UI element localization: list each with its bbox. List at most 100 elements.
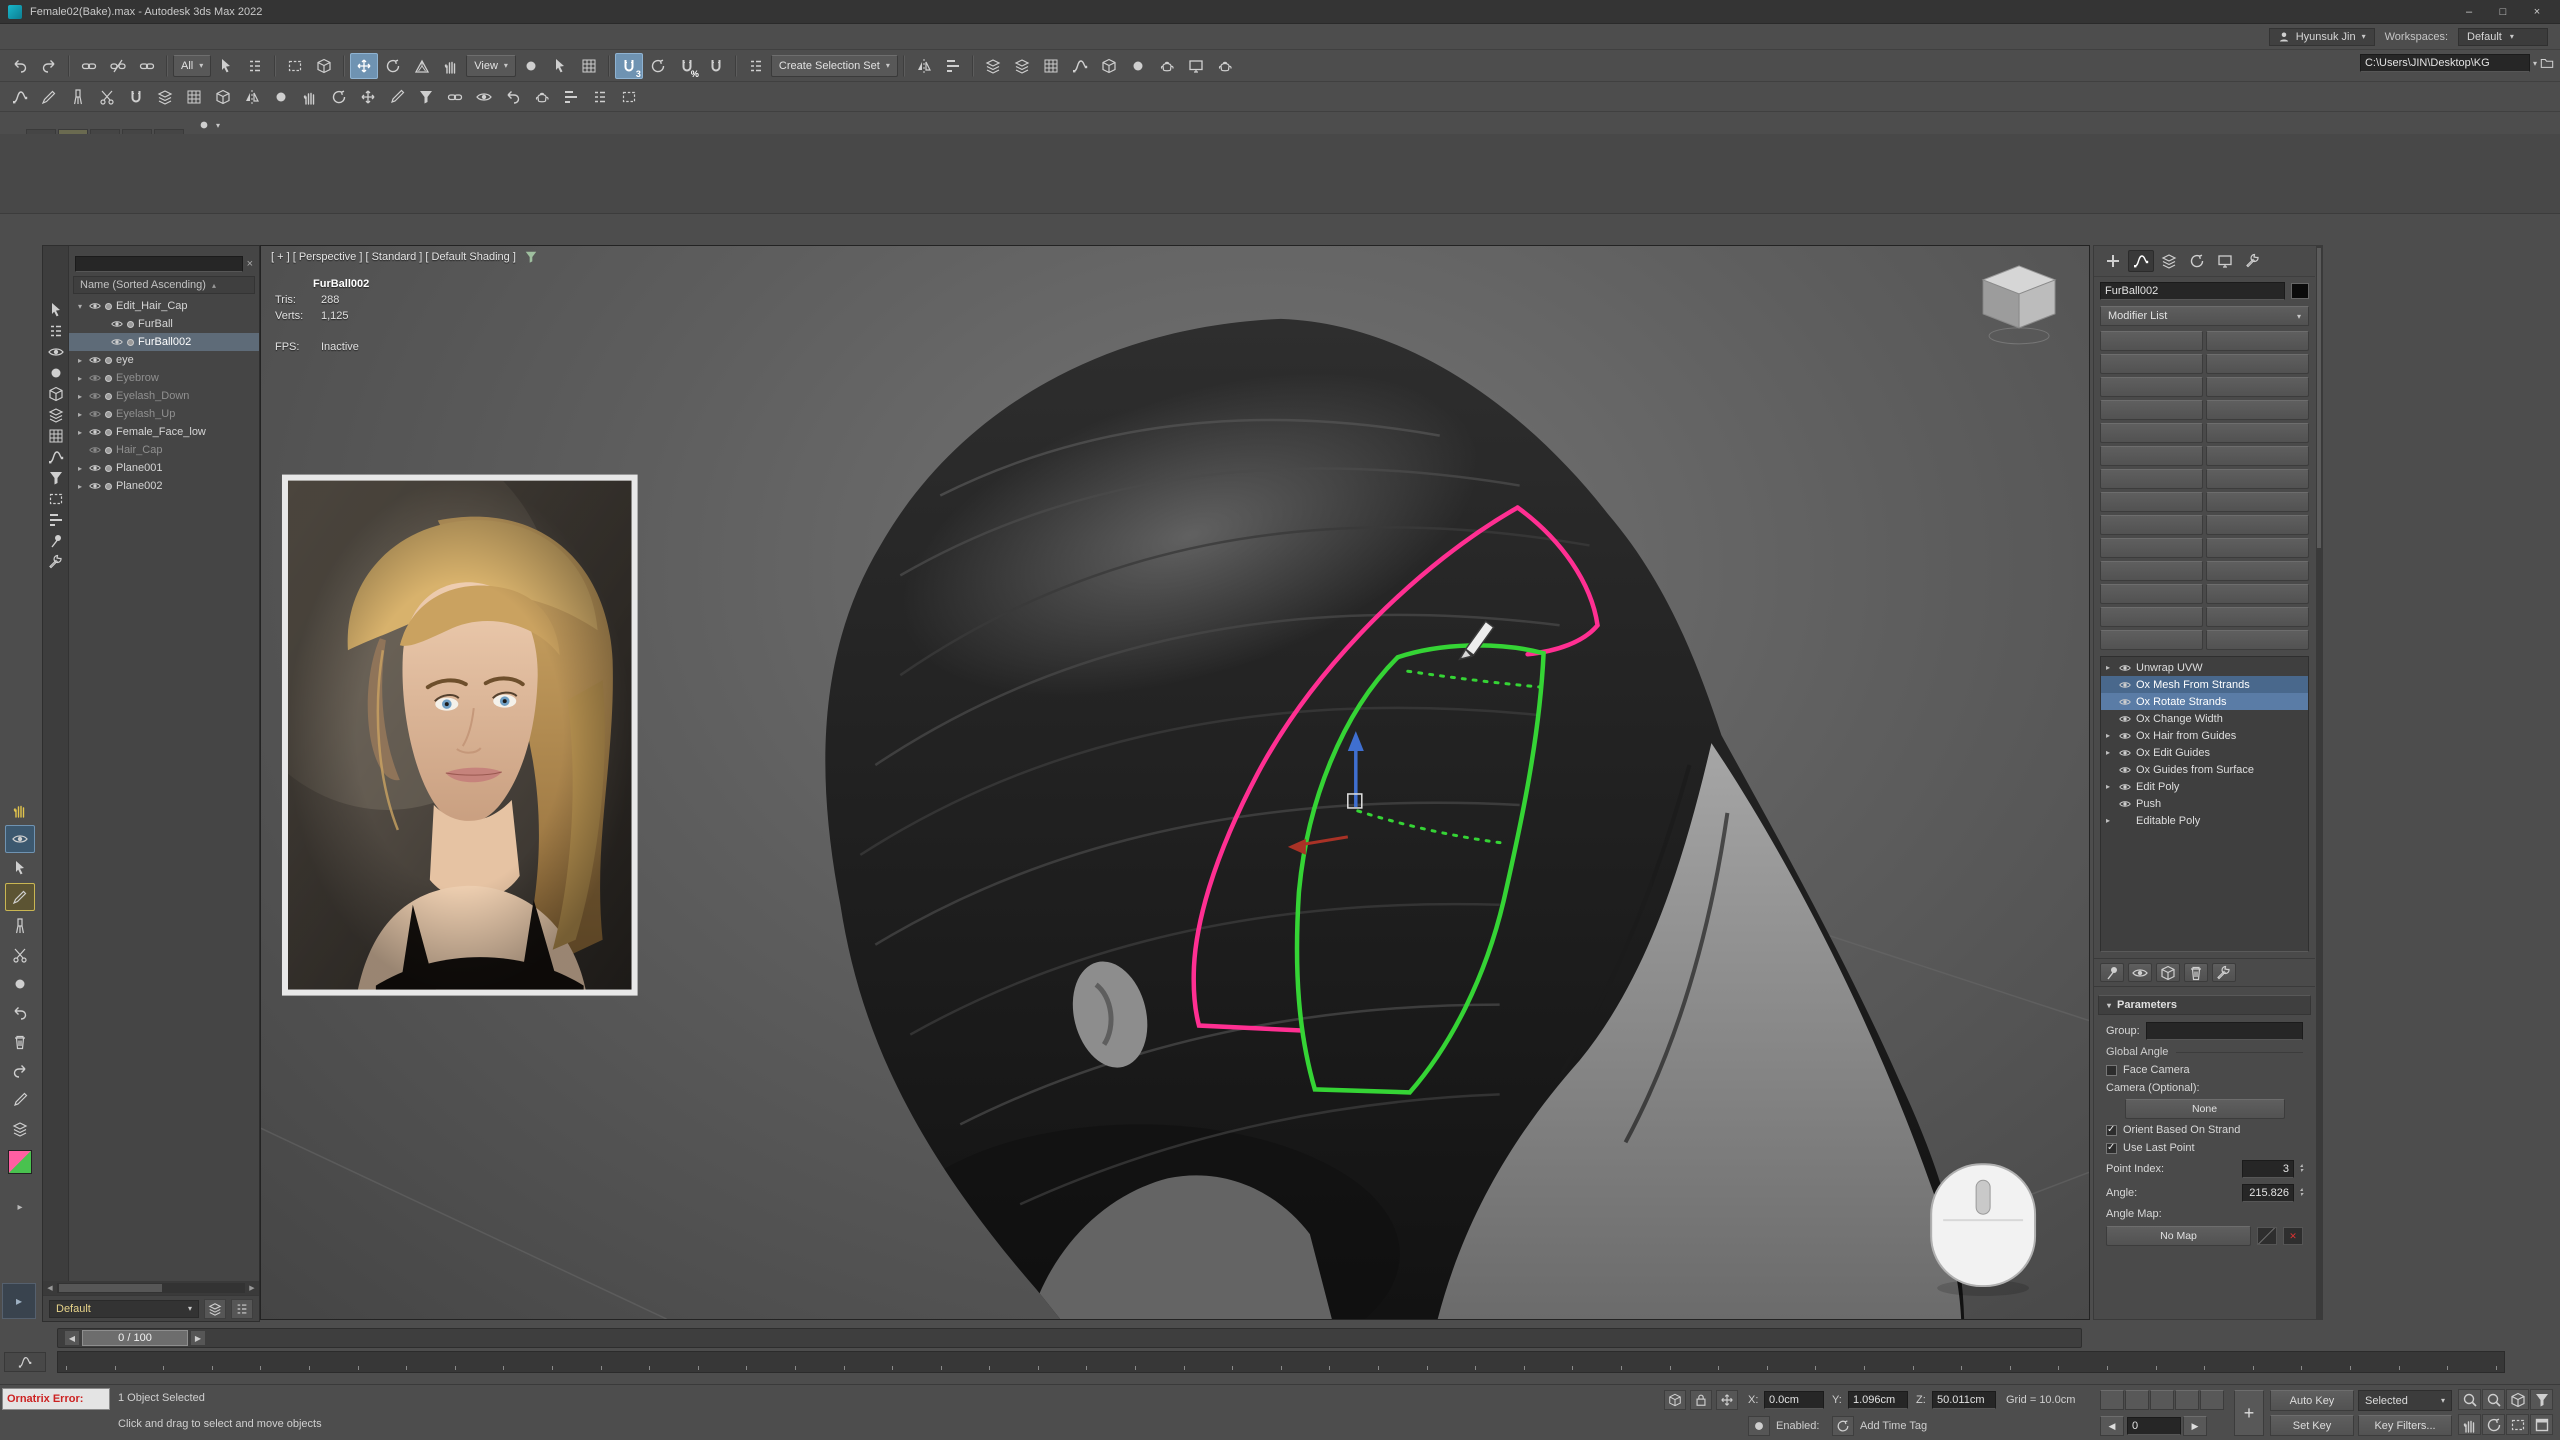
pan-hand-tool[interactable]: ▾ [5,796,35,824]
expand-arrow-icon[interactable] [75,482,85,491]
tool-icon-13[interactable]: ▾ [354,84,382,110]
scene-explorer-row[interactable]: Female_Face_low [69,423,259,441]
previous-frame-button[interactable] [2125,1390,2149,1410]
modifier-set-button[interactable] [2100,446,2203,466]
time-slider-thumb[interactable]: 0 / 100 [82,1330,188,1346]
visibility-eye-icon[interactable] [111,336,123,348]
expand-arrow-icon[interactable] [2106,748,2114,757]
remove-modifier-button[interactable]: ▾ [2184,963,2208,982]
field-of-view-button[interactable]: ▾ [2530,1389,2553,1410]
modifier-set-button[interactable] [2206,400,2309,420]
modifier-set-button[interactable] [2100,607,2203,627]
scene-explorer-row[interactable]: Edit_Hair_Cap [69,297,259,315]
mini-curve-editor-button[interactable] [4,1352,46,1372]
tool-icon-11[interactable]: ▾ [296,84,324,110]
explorer-h-scrollbar[interactable]: ◀ ▶ [43,1281,259,1295]
tool-icon-18[interactable]: ▾ [499,84,527,110]
scroll-right-icon[interactable]: ▶ [245,1284,259,1292]
separator[interactable]: ▾ [903,55,905,77]
scrollbar-thumb[interactable] [59,1284,162,1292]
explorer-tool-icon-7[interactable]: ▾ [46,426,66,445]
visibility-eye-icon[interactable] [89,444,101,456]
select-object-button[interactable]: ▾ [212,53,240,79]
modifier-set-button[interactable] [2100,469,2203,489]
ribbon-minimize-icon[interactable]: ▾ [216,121,220,130]
menu-item[interactable] [240,34,258,40]
group-field[interactable] [2146,1022,2303,1040]
menu-item[interactable] [222,34,240,40]
modifier-set-button[interactable] [2100,423,2203,443]
set-keys-button[interactable]: + [2234,1390,2264,1436]
edit-guides-brush-tool[interactable]: ▾ [5,883,35,911]
modifier-stack-row[interactable]: Ox Edit Guides [2101,744,2308,761]
separator[interactable]: ▾ [735,55,737,77]
color-swatch[interactable] [8,1150,32,1174]
tool-icon-15[interactable]: ▾ [412,84,440,110]
modifier-set-button[interactable] [2206,423,2309,443]
show-hair-toggle[interactable]: ▾ [5,825,35,853]
select-and-link-button[interactable]: ▾ [75,53,103,79]
layers-tool[interactable]: ▾ [5,1115,35,1143]
expand-arrow-icon[interactable] [75,302,85,311]
next-frame-arrow[interactable]: ▶ [190,1330,206,1346]
previous-frame-arrow[interactable]: ◀ [64,1330,80,1346]
comb-brush-tool[interactable]: ▾ [5,912,35,940]
expand-arrow-icon[interactable] [2106,782,2114,791]
modifier-list-dropdown[interactable]: Modifier List ▾ [2100,306,2309,326]
angle-snap-button[interactable]: ▾ [644,53,672,79]
orient-based-on-strand-checkbox[interactable] [2106,1125,2117,1136]
visibility-eye-icon[interactable] [89,426,101,438]
explorer-tool-icon-8[interactable]: ▾ [46,447,66,466]
modifier-enabled-icon[interactable] [2119,781,2131,793]
redo-tool[interactable]: ▾ [5,1057,35,1085]
angle-map-button[interactable]: No Map [2106,1226,2251,1246]
expand-arrow-icon[interactable] [2106,663,2114,672]
redo-button[interactable]: ▾ [35,53,63,79]
isolate-selection-toggle[interactable] [1664,1390,1686,1410]
scene-explorer-row[interactable]: FurBall002 [69,333,259,351]
configure-modifier-sets-button[interactable]: ▾ [2212,963,2236,982]
map-slot-button[interactable] [2257,1227,2277,1245]
modifier-stack-row[interactable]: Editable Poly [2101,812,2308,829]
z-coordinate-field[interactable] [1932,1391,1996,1409]
select-and-place-button[interactable]: ▾ [437,53,465,79]
head-model[interactable] [825,310,1964,1319]
panel-scrollbar[interactable] [2316,246,2322,1319]
modifier-stack-row[interactable]: Unwrap UVW [2101,659,2308,676]
angle-field[interactable] [2242,1184,2294,1202]
explorer-tool-icon-2[interactable]: ▾ [46,321,66,340]
key-filter-dropdown[interactable]: Selected ▾ [2358,1390,2452,1411]
tool-icon-8[interactable]: ▾ [209,84,237,110]
spinner-arrows[interactable]: ▴▾ [2300,1188,2303,1198]
modifier-set-button[interactable] [2100,584,2203,604]
align-button[interactable]: ▾ [939,53,967,79]
object-name-field[interactable] [2100,282,2285,300]
mirror-button[interactable]: ▾ [910,53,938,79]
scene-explorer-row[interactable]: Hair_Cap [69,441,259,459]
absolute-mode-toggle[interactable] [1716,1390,1738,1410]
rectangular-selection-region-button[interactable]: ▾ [281,53,309,79]
modifier-stack-row[interactable]: Push [2101,795,2308,812]
workspace-dropdown[interactable]: Default ▾ [2458,28,2548,46]
tool-icon-21[interactable]: ▾ [586,84,614,110]
rendered-frame-window-button[interactable]: ▾ [1182,53,1210,79]
viewport-label[interactable]: [ + ] [ Perspective ] [ Standard ] [ Def… [271,250,538,264]
show-end-result-button[interactable]: ▾ [2128,963,2152,982]
expand-arrow-icon[interactable] [75,428,85,437]
x-coordinate-field[interactable] [1764,1391,1824,1409]
selection-filter-dropdown[interactable]: All▾ [173,55,211,77]
viewport-label-text[interactable]: [ + ] [ Perspective ] [ Standard ] [ Def… [271,251,516,263]
go-to-start-button[interactable] [2100,1390,2124,1410]
modifier-stack-row[interactable]: Ox Mesh From Strands [2101,676,2308,693]
explorer-tool-icon-9[interactable]: ▾ [46,468,66,487]
eyedropper-tool[interactable]: ▾ [5,1086,35,1114]
modifier-set-button[interactable] [2100,331,2203,351]
ribbon-options-icon[interactable] [198,119,210,131]
explorer-sort-header[interactable]: Name (Sorted Ascending) ▴ [73,276,255,294]
y-coordinate-field[interactable] [1848,1391,1908,1409]
modifier-set-button[interactable] [2206,607,2309,627]
expand-toolbar-icon[interactable]: ▸ [17,1202,22,1213]
zoom-button[interactable]: ▾ [2458,1389,2481,1410]
modifier-set-button[interactable] [2206,584,2309,604]
modifier-stack-row[interactable]: Ox Guides from Surface [2101,761,2308,778]
